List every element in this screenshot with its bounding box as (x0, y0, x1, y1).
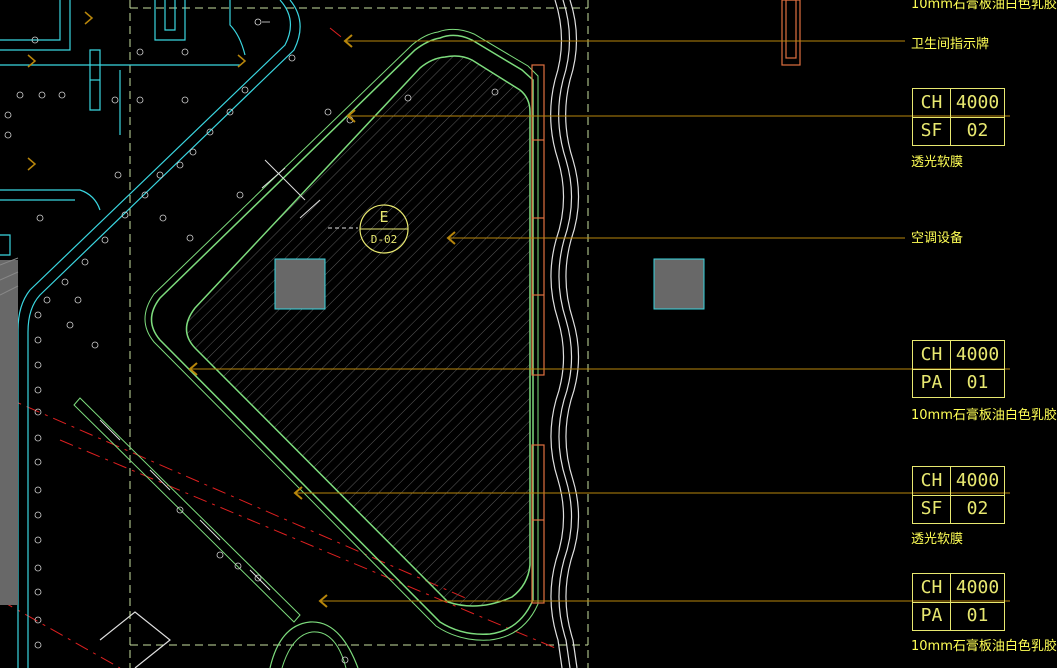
lower-diamond (99, 611, 171, 668)
gypsum-note-1: 10mm石膏板油白色乳胶漆 (911, 408, 1057, 423)
restroom-symbol (254, 18, 270, 26)
tag-value-material: 01 (966, 372, 989, 393)
tag-label-ch: CH (920, 577, 943, 598)
diagonal-fixture-strip (73, 397, 301, 623)
elevation-marker-ref: D-02 (371, 233, 398, 246)
cad-drawing-canvas[interactable]: E D-02 (0, 0, 1057, 668)
tag-label-ch: CH (920, 470, 943, 491)
tag-label-ch: CH (920, 92, 943, 113)
restroom-sign-label: 卫生间指示牌 (911, 37, 990, 52)
tag-value-height: 4000 (955, 577, 1000, 598)
tag-value-material: 02 (966, 498, 989, 519)
translucent-film-label-1: 透光软膜 (911, 155, 964, 170)
tag-label-ch: CH (920, 344, 943, 365)
elevation-marker-letter: E (379, 208, 388, 226)
translucent-film-label-2: 透光软膜 (911, 532, 964, 547)
tag-value-height: 4000 (955, 92, 1000, 113)
wavy-wall (550, 0, 580, 668)
ceiling-tag[interactable]: CH 4000 SF 02 (912, 88, 1005, 146)
elevation-marker[interactable]: E D-02 (359, 204, 409, 254)
lower-arch-inner (281, 631, 347, 668)
tag-label-material: SF (920, 120, 943, 141)
tag-value-material: 01 (966, 605, 989, 626)
tag-label-material: PA (920, 605, 943, 626)
tag-value-material: 02 (966, 120, 989, 141)
ac-unit-left[interactable] (274, 258, 326, 310)
ceiling-tag[interactable]: CH 4000 SF 02 (912, 466, 1005, 524)
ac-unit-right[interactable] (653, 258, 705, 310)
ceiling-tag[interactable]: CH 4000 PA 01 (912, 340, 1005, 398)
hatched-island[interactable] (185, 55, 531, 607)
tag-value-height: 4000 (955, 344, 1000, 365)
gypsum-note-2: 10mm石膏板油白色乳胶漆 (911, 639, 1057, 654)
tag-value-height: 4000 (955, 470, 1000, 491)
ceiling-tag[interactable]: CH 4000 PA 01 (912, 573, 1005, 631)
tag-label-material: SF (920, 498, 943, 519)
top-note: 10mm石膏板油白色乳胶漆 (911, 0, 1057, 12)
tag-label-material: PA (920, 372, 943, 393)
ac-equipment-label: 空调设备 (911, 231, 964, 246)
left-wall-fill (0, 260, 18, 605)
